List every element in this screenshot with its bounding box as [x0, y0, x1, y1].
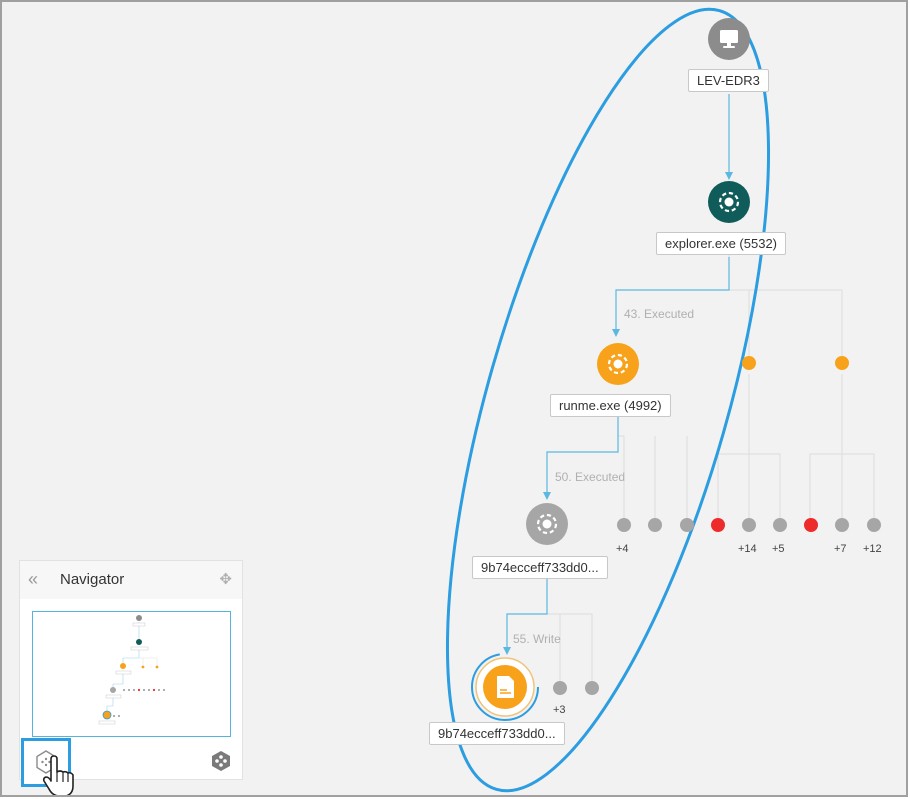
document-icon	[497, 676, 514, 698]
child-process-node[interactable]	[526, 503, 568, 545]
collapsed-count: +4	[616, 543, 629, 555]
group-node[interactable]	[835, 518, 849, 532]
layout-icon	[212, 751, 230, 771]
explorer-node[interactable]	[708, 181, 750, 223]
collapsed-count: +12	[863, 543, 882, 555]
edge-label-executed-43: 43. Executed	[624, 307, 695, 321]
minimap-graph	[98, 615, 166, 725]
collapsed-count: +3	[553, 704, 566, 716]
edge-label-executed-50: 50. Executed	[555, 470, 626, 484]
alert-node[interactable]	[804, 518, 818, 532]
child-process-node-label[interactable]: 9b74ecceff733dd0...	[472, 556, 608, 579]
group-node[interactable]	[648, 518, 662, 532]
group-node[interactable]	[680, 518, 694, 532]
host-node-label[interactable]: LEV-EDR3	[688, 69, 769, 92]
edge-label-write-55: 55. Write	[513, 632, 561, 646]
hand-cursor-icon	[42, 755, 74, 795]
collapsed-count: +7	[834, 543, 847, 555]
double-chevron-left-icon[interactable]: «	[28, 570, 38, 588]
file-node-label[interactable]: 9b74ecceff733dd0...	[429, 722, 565, 745]
inactive-branches	[546, 248, 875, 688]
group-node[interactable]	[617, 518, 631, 532]
group-node[interactable]	[553, 681, 567, 695]
collapsed-count: +14	[738, 543, 757, 555]
explorer-node-label[interactable]: explorer.exe (5532)	[656, 232, 787, 255]
group-node[interactable]	[867, 518, 881, 532]
runme-node[interactable]	[597, 343, 639, 385]
group-node[interactable]	[742, 518, 756, 532]
runme-node-label[interactable]: runme.exe (4992)	[550, 394, 671, 417]
move-icon[interactable]: ✥	[219, 570, 232, 588]
navigator-header: « Navigator ✥	[20, 561, 242, 599]
alert-node[interactable]	[711, 518, 725, 532]
graph-canvas[interactable]: LEV-EDR3 explorer.exe (5532) runme.exe (…	[0, 0, 908, 797]
group-node[interactable]	[585, 681, 599, 695]
group-node[interactable]	[835, 356, 849, 370]
navigator-panel: « Navigator ✥	[19, 560, 243, 787]
collapsed-count: +5	[772, 543, 785, 555]
group-node[interactable]	[773, 518, 787, 532]
navigator-minimap[interactable]	[32, 611, 231, 737]
file-node[interactable]	[471, 653, 539, 721]
navigator-title: Navigator	[60, 571, 125, 588]
host-node[interactable]	[708, 18, 750, 60]
layout-button[interactable]	[210, 750, 232, 772]
group-node[interactable]	[742, 356, 756, 370]
